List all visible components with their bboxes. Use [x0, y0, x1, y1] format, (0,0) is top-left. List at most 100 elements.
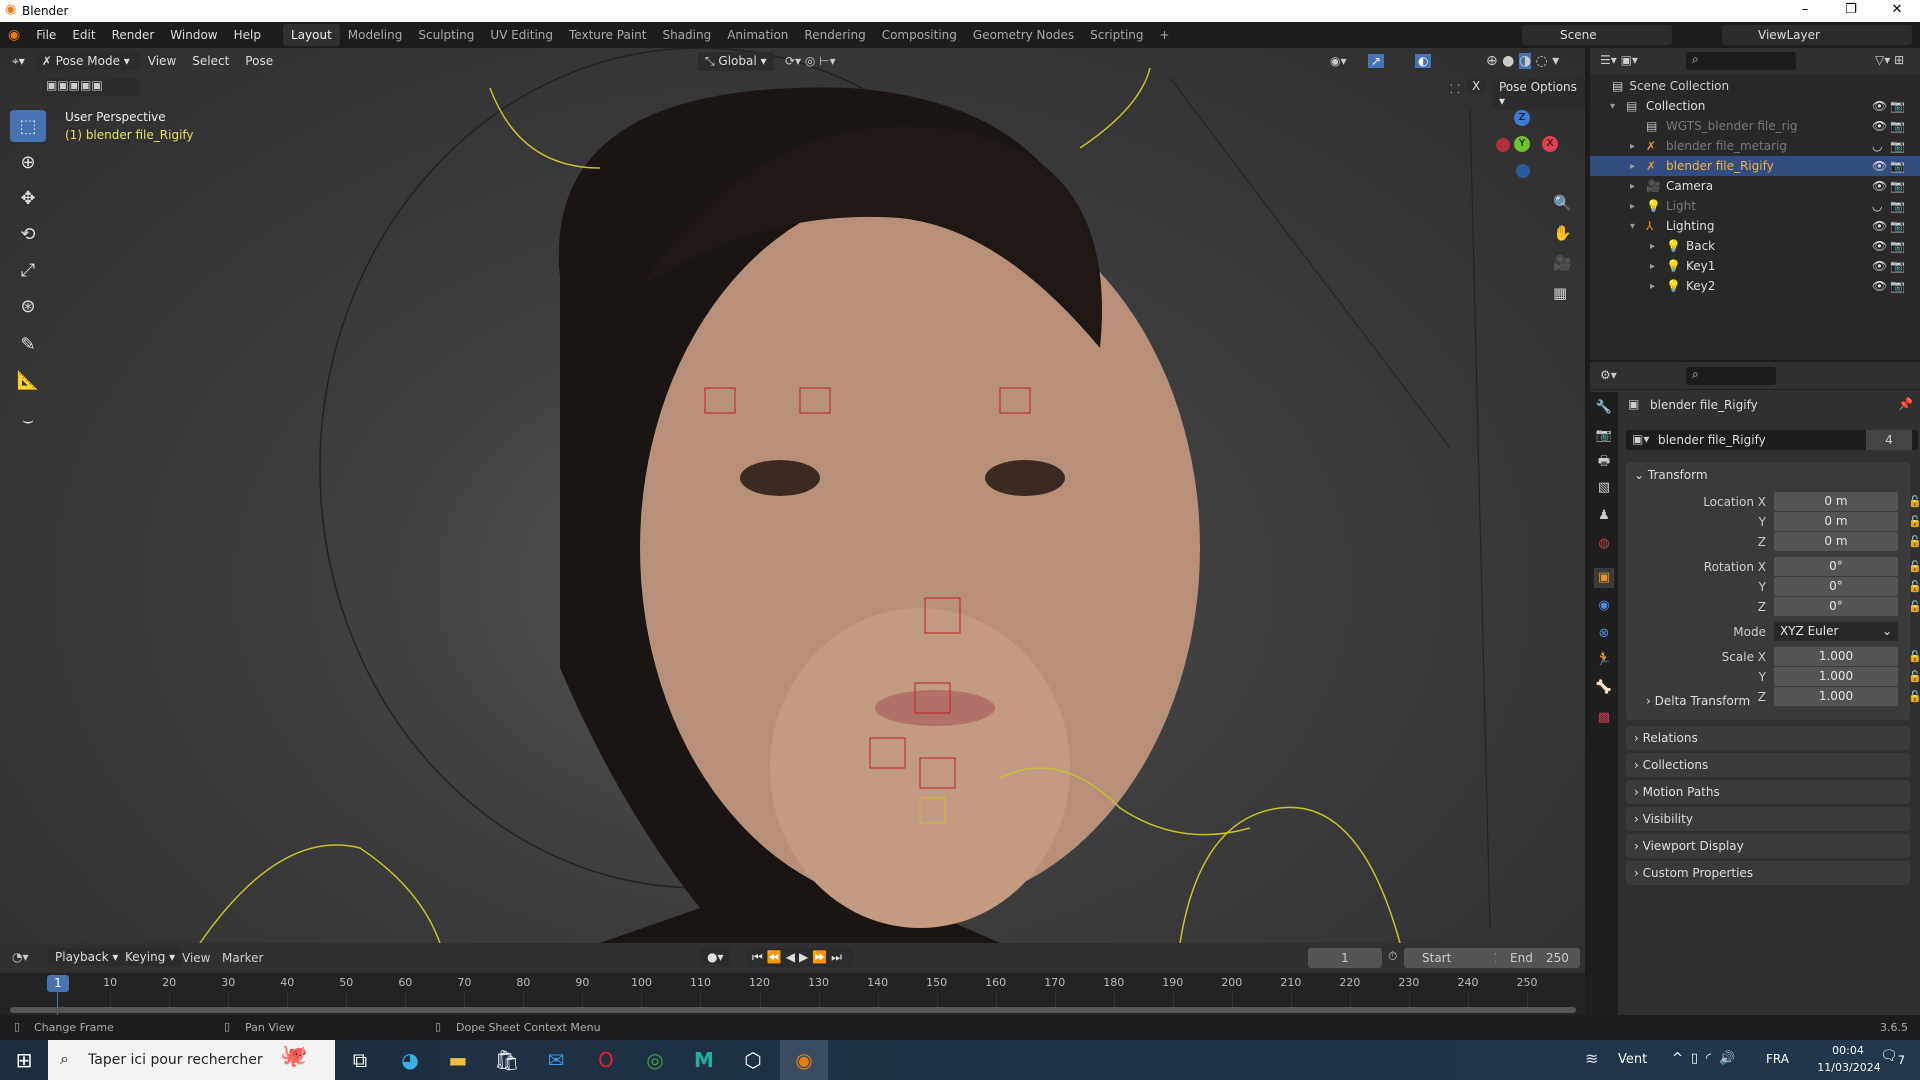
tab-scripting[interactable]: Scripting: [1082, 24, 1151, 46]
panel-custom-properties[interactable]: › Custom Properties: [1626, 861, 1910, 885]
pin-icon[interactable]: 📌: [1898, 397, 1913, 411]
scene-tab-icon[interactable]: ♟: [1594, 506, 1614, 526]
mail-icon[interactable]: ✉: [536, 1044, 576, 1076]
menu-render[interactable]: Render: [104, 22, 163, 48]
outliner-item-key2[interactable]: ▸ 💡 Key2 👁 📷: [1590, 276, 1920, 296]
eye-icon[interactable]: 👁: [1872, 279, 1887, 293]
measure-tool[interactable]: 📐: [10, 364, 46, 396]
render-camera-icon[interactable]: 📷: [1890, 159, 1905, 173]
rotate-tool[interactable]: ⟲: [10, 218, 46, 250]
render-camera-icon[interactable]: 📷: [1890, 279, 1905, 293]
eye-icon[interactable]: 👁: [1872, 119, 1887, 133]
expand-arrow-icon[interactable]: ▾: [1630, 221, 1635, 232]
hidden-eye-icon[interactable]: ◡: [1872, 199, 1882, 213]
camera-view-icon[interactable]: 🎥: [1553, 254, 1572, 272]
language-indicator[interactable]: FRA: [1766, 1052, 1789, 1066]
3d-viewport[interactable]: ⌖▾ ✗ Pose Mode ▾ View Select Pose ⤡ Glob…: [0, 48, 1585, 943]
blender-menu-icon[interactable]: ◉: [0, 27, 28, 43]
transform-panel-header[interactable]: ⌄ Transform: [1634, 468, 1708, 482]
panel-collections[interactable]: › Collections: [1626, 753, 1910, 777]
gizmo-toggle-icon[interactable]: ↗: [1368, 54, 1385, 68]
render-camera-icon[interactable]: 📷: [1890, 239, 1905, 253]
maya-icon[interactable]: M: [684, 1044, 724, 1076]
tab-modeling[interactable]: Modeling: [340, 24, 411, 46]
transform-location-1-field[interactable]: 0 m: [1774, 512, 1898, 531]
expand-arrow-icon[interactable]: ▾: [1610, 101, 1615, 112]
lock-icon[interactable]: 🔓: [1908, 535, 1920, 548]
outliner-root[interactable]: ▤ Scene Collection: [1590, 76, 1920, 96]
gizmo-y[interactable]: Y: [1514, 136, 1530, 152]
editor-type-icon[interactable]: ⚙▾: [1600, 368, 1617, 382]
tab-sculpting[interactable]: Sculpting: [410, 24, 482, 46]
eye-icon[interactable]: 👁: [1872, 159, 1887, 173]
outliner-item-rigify[interactable]: ▸ ✗ blender file_Rigify 👁 📷: [1590, 156, 1920, 176]
minimize-button[interactable]: –: [1782, 0, 1828, 22]
view-layer-tab-icon[interactable]: ▧: [1594, 478, 1614, 498]
tab-texture-paint[interactable]: Texture Paint: [561, 24, 654, 46]
relax-pose-tool[interactable]: ⌣: [10, 404, 46, 436]
clock-date[interactable]: 11/03/2024: [1814, 1061, 1884, 1074]
view-layer-selector[interactable]: ViewLayer: [1722, 25, 1912, 45]
render-camera-icon[interactable]: 📷: [1890, 179, 1905, 193]
chrome-icon[interactable]: ◎: [635, 1044, 675, 1076]
transform-scale-0-field[interactable]: 1.000: [1774, 647, 1898, 666]
menu-select[interactable]: Select: [184, 48, 237, 74]
pan-hand-icon[interactable]: ✋: [1553, 224, 1572, 242]
menu-window[interactable]: Window: [162, 22, 225, 48]
tab-geometry-nodes[interactable]: Geometry Nodes: [965, 24, 1082, 46]
shading-modes-icon[interactable]: ⊕ ● ◑ ◌ ▾: [1486, 53, 1559, 69]
expand-arrow-icon[interactable]: ▸: [1650, 281, 1655, 292]
physics-tab-icon[interactable]: ◉: [1594, 596, 1614, 616]
lock-icon[interactable]: 🔓: [1908, 650, 1920, 663]
transform-location-2-field[interactable]: 0 m: [1774, 532, 1898, 551]
render-camera-icon[interactable]: 📷: [1890, 259, 1905, 273]
gizmo-x[interactable]: X: [1542, 136, 1558, 152]
editor-type-icon[interactable]: ◔▾: [12, 950, 29, 964]
mirror-icon[interactable]: ⸬: [1450, 80, 1460, 97]
delta-transform-subpanel[interactable]: › Delta Transform: [1646, 694, 1750, 708]
tool-tab-icon[interactable]: 🔧: [1594, 398, 1614, 418]
render-camera-icon[interactable]: 📷: [1890, 119, 1905, 133]
expand-arrow-icon[interactable]: ▸: [1630, 141, 1635, 152]
playhead[interactable]: 1: [47, 975, 69, 992]
tab-layout[interactable]: Layout: [282, 24, 340, 46]
windows-start-icon[interactable]: ⊞: [4, 1044, 44, 1076]
world-tab-icon[interactable]: ◍: [1594, 534, 1614, 554]
properties-search-input[interactable]: ⌕: [1686, 367, 1776, 385]
lock-icon[interactable]: 🔓: [1908, 515, 1920, 528]
lock-icon[interactable]: 🔓: [1908, 560, 1920, 573]
scale-tool[interactable]: ⤢: [10, 254, 46, 286]
outliner-item-camera[interactable]: ▸ 🎥 Camera 👁 📷: [1590, 176, 1920, 196]
pose-options-button[interactable]: Pose Options ▾: [1492, 78, 1585, 110]
transform-scale-2-field[interactable]: 1.000: [1774, 687, 1898, 706]
playback-menu[interactable]: Playback ▾: [48, 948, 126, 966]
transform-location-0-field[interactable]: 0 m: [1774, 492, 1898, 511]
expand-arrow-icon[interactable]: ▸: [1650, 241, 1655, 252]
users-count[interactable]: 4: [1866, 430, 1912, 450]
select-box-tool[interactable]: ⬚: [10, 110, 46, 142]
stopwatch-icon[interactable]: ⏱: [1388, 949, 1397, 964]
notifications-icon[interactable]: 🗨7: [1880, 1048, 1905, 1067]
transform-tool[interactable]: ⊛: [10, 290, 46, 322]
tab-uv-editing[interactable]: UV Editing: [482, 24, 561, 46]
menu-pose[interactable]: Pose: [237, 48, 281, 74]
texture-tab-icon[interactable]: ▩: [1594, 708, 1614, 728]
render-camera-icon[interactable]: 📷: [1890, 219, 1905, 233]
expand-arrow-icon[interactable]: ▸: [1630, 181, 1635, 192]
outliner-item-metarig[interactable]: ▸ ✗ blender file_metarig ◡ 📷: [1590, 136, 1920, 156]
close-button[interactable]: ✕: [1874, 0, 1920, 22]
tab-shading[interactable]: Shading: [654, 24, 719, 46]
lock-icon[interactable]: 🔓: [1908, 670, 1920, 683]
eye-icon[interactable]: 👁: [1872, 179, 1887, 193]
eye-icon[interactable]: 👁: [1872, 239, 1887, 253]
store-icon[interactable]: 🛍: [487, 1044, 527, 1076]
menu-view[interactable]: View: [140, 48, 184, 74]
display-mode-icon[interactable]: ☰▾ ▣▾: [1600, 53, 1638, 67]
3d-viewer-icon[interactable]: ⬡: [733, 1044, 773, 1076]
end-frame-field[interactable]: End 250: [1496, 948, 1580, 968]
transform-orientation[interactable]: ⤡ Global ▾: [698, 51, 774, 71]
editor-type-icon[interactable]: ⌖▾: [12, 54, 25, 69]
expand-arrow-icon[interactable]: ▸: [1630, 161, 1635, 172]
scene-selector[interactable]: Scene: [1522, 25, 1672, 45]
eye-icon[interactable]: 👁: [1872, 99, 1887, 113]
